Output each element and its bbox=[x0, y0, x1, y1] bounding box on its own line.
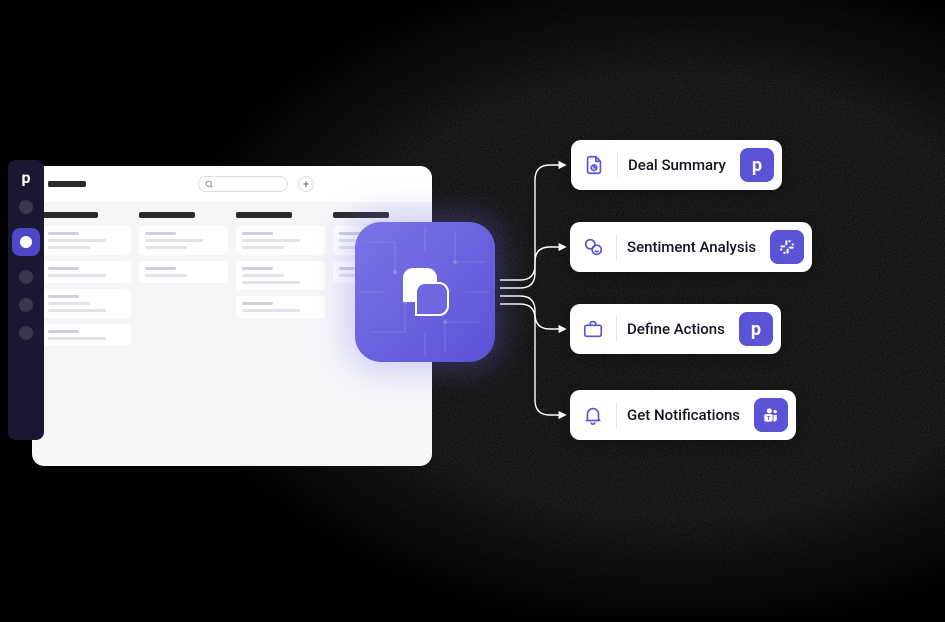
nav-dot[interactable] bbox=[19, 326, 33, 340]
teams-badge-icon: T bbox=[754, 398, 788, 432]
kanban-card[interactable] bbox=[42, 226, 131, 255]
kanban-column bbox=[139, 212, 228, 346]
kanban-card[interactable] bbox=[42, 324, 131, 346]
nav-dot[interactable] bbox=[19, 298, 33, 312]
action-chip-define-actions[interactable]: Define Actions p bbox=[570, 304, 781, 354]
app-logo: p bbox=[22, 170, 31, 186]
chip-label: Get Notifications bbox=[627, 406, 740, 424]
app-toolbar: + bbox=[32, 166, 432, 202]
column-header bbox=[42, 212, 98, 218]
kanban-card[interactable] bbox=[139, 261, 228, 283]
kanban-card[interactable] bbox=[236, 226, 325, 255]
action-chip-sentiment-analysis[interactable]: Sentiment Analysis bbox=[570, 222, 812, 272]
report-icon bbox=[581, 152, 607, 178]
chip-label: Define Actions bbox=[627, 320, 725, 338]
kanban-card[interactable] bbox=[236, 296, 325, 318]
briefcase-icon bbox=[580, 316, 606, 342]
action-chip-deal-summary[interactable]: Deal Summary p bbox=[571, 140, 782, 190]
kanban-column bbox=[42, 212, 131, 346]
title-placeholder bbox=[48, 181, 86, 187]
action-chip-get-notifications[interactable]: Get Notifications T bbox=[570, 390, 796, 440]
pipedrive-badge-icon: p bbox=[739, 312, 773, 346]
svg-text:T: T bbox=[767, 416, 771, 422]
ai-hub-tile bbox=[355, 222, 495, 362]
divider bbox=[616, 402, 617, 428]
divider bbox=[616, 234, 617, 260]
sentiment-icon bbox=[580, 234, 606, 260]
bell-icon bbox=[580, 402, 606, 428]
search-input[interactable] bbox=[198, 176, 288, 192]
kanban-column bbox=[236, 212, 325, 346]
divider bbox=[617, 152, 618, 178]
divider bbox=[616, 316, 617, 342]
column-header bbox=[333, 212, 389, 218]
kanban-card[interactable] bbox=[42, 289, 131, 318]
nav-dot[interactable] bbox=[19, 200, 33, 214]
slack-badge-icon bbox=[770, 230, 804, 264]
kanban-card[interactable] bbox=[139, 226, 228, 255]
nav-dot-active[interactable] bbox=[12, 228, 40, 256]
hub-logo-icon bbox=[397, 264, 453, 320]
sidebar-rail: p bbox=[8, 160, 44, 440]
chip-label: Sentiment Analysis bbox=[627, 238, 756, 256]
column-header bbox=[236, 212, 292, 218]
kanban-card[interactable] bbox=[236, 261, 325, 290]
search-icon bbox=[205, 180, 214, 189]
nav-dot[interactable] bbox=[19, 270, 33, 284]
column-header bbox=[139, 212, 195, 218]
chip-label: Deal Summary bbox=[628, 156, 726, 174]
kanban-card[interactable] bbox=[42, 261, 131, 283]
pipedrive-badge-icon: p bbox=[740, 148, 774, 182]
add-button[interactable]: + bbox=[298, 176, 314, 192]
